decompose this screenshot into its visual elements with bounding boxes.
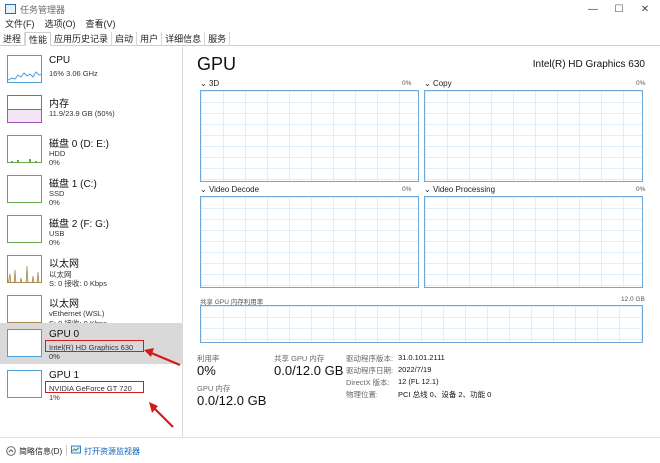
task-manager-icon [5,4,16,14]
sidebar-item-usage: 0% [49,198,60,207]
sidebar-item-type: HDD [49,149,66,158]
disk-thumbnail [7,175,42,203]
engine-copy-graph [424,90,643,182]
sidebar-item-ethernet-0[interactable]: 以太网 以太网 S: 0 接收: 0 Kbps [0,249,183,289]
disk-thumbnail [7,135,42,163]
sidebar-item-usage: 0% [49,238,60,247]
tab-details[interactable]: 详细信息 [162,32,206,45]
sidebar-item-title: 磁盘 0 (D: E:) [49,139,110,150]
sidebar-item-type: USB [49,229,65,238]
sidebar-item-usage: 1% [49,393,60,402]
engine-video-processing-label[interactable]: ⌄ Video Processing [424,185,495,194]
engine-video-decode-label[interactable]: ⌄ Video Decode [200,185,259,194]
minimize-button[interactable]: — [580,0,606,18]
sidebar-item-usage: 0% [49,158,60,167]
window-title: 任务管理器 [20,5,66,15]
sidebar-item-type: SSD [49,189,65,198]
shared-memory-value: 0.0/12.0 GB [274,363,344,378]
resource-sidebar: CPU 16% 3.06 GHz 内存 11.9/23.9 GB (50%) 磁… [0,47,183,437]
sidebar-item-title: GPU 1 [49,370,80,381]
maximize-button[interactable]: ☐ [606,0,632,18]
gpu-model-name: Intel(R) HD Graphics 630 [532,59,645,70]
gpu-thumbnail [7,370,42,398]
tab-performance[interactable]: 性能 [25,32,52,46]
physical-location-key: 物理位置: [346,390,379,399]
sidebar-item-disk-1[interactable]: 磁盘 1 (C:) SSD 0% [0,169,183,209]
resource-monitor-icon [71,445,81,454]
open-resource-monitor-link[interactable]: 打开资源监视器 [84,446,140,457]
gpu-thumbnail [7,329,42,357]
footer-divider [66,445,67,456]
driver-version-value: 31.0.101.2111 [398,353,445,362]
engine-video-processing-pct: 0% [636,186,646,193]
shared-memory-graph-max: 12.0 GB [621,296,645,303]
engine-3d-graph [200,90,419,182]
engine-video-decode-graph [200,196,419,288]
brief-info-button[interactable]: 简略信息(D) [19,446,62,457]
chevron-up-icon[interactable] [6,446,16,456]
tab-app-history[interactable]: 应用历史记录 [51,32,113,45]
engine-copy-pct: 0% [636,80,646,87]
annotation-highlight-box [45,340,144,352]
directx-version-key: DirectX 版本: [346,378,390,387]
page-title: GPU [197,54,237,74]
status-footer: 简略信息(D) 打开资源监视器 [0,437,660,463]
gpu-detail-panel: GPU Intel(R) HD Graphics 630 ⌄ 3D 0% ⌄ C… [184,47,660,437]
sidebar-item-disk-0[interactable]: 磁盘 0 (D: E:) HDD 0% [0,129,183,169]
tab-services[interactable]: 服务 [205,32,231,45]
sidebar-item-title: CPU [49,55,71,66]
gpu-memory-value: 0.0/12.0 GB [197,393,267,408]
physical-location-value: PCI 总线 0、设备 2、功能 0 [398,390,492,399]
engine-3d-label[interactable]: ⌄ 3D [200,79,219,88]
annotation-highlight-box [45,381,144,393]
sidebar-item-title: 磁盘 1 (C:) [49,179,97,190]
sidebar-item-cpu[interactable]: CPU 16% 3.06 GHz [0,49,183,89]
driver-date-key: 驱动程序日期: [346,366,394,375]
shared-memory-graph [200,305,643,343]
sidebar-item-title: 以太网 [49,299,79,310]
utilization-value: 0% [197,363,216,378]
tab-startup[interactable]: 启动 [112,32,138,45]
engine-video-processing-graph [424,196,643,288]
engine-3d-pct: 0% [402,80,412,87]
sidebar-item-usage: 0% [49,352,60,361]
ethernet-thumbnail [7,255,42,283]
engine-copy-label[interactable]: ⌄ Copy [424,79,452,88]
disk-thumbnail [7,215,42,243]
menu-options[interactable]: 选项(O) [45,17,76,31]
close-button[interactable]: ✕ [632,0,658,18]
memory-thumbnail [7,95,42,123]
sidebar-item-title: GPU 0 [49,329,80,340]
title-bar: 任务管理器 — ☐ ✕ [0,0,660,18]
sidebar-item-throughput: S: 0 接收: 0 Kbps [49,279,107,288]
menu-file[interactable]: 文件(F) [5,17,35,31]
driver-version-key: 驱动程序版本: [346,354,394,363]
sidebar-item-adapter: vEthernet (WSL) [49,309,105,318]
directx-version-value: 12 (FL 12.1) [398,377,439,386]
annotation-arrows [144,348,181,428]
tab-users[interactable]: 用户 [137,32,163,45]
tab-bar: 进程 性能 应用历史记录 启动 用户 详细信息 服务 [0,32,660,46]
ethernet-thumbnail [7,295,42,323]
sidebar-item-title: 以太网 [49,259,79,270]
engine-video-decode-pct: 0% [402,186,412,193]
cpu-thumbnail [7,55,42,83]
sidebar-item-title: 磁盘 2 (F: G:) [49,219,109,230]
sidebar-item-title: 内存 [49,99,69,110]
driver-date-value: 2022/7/19 [398,365,432,374]
menu-bar: 文件(F) 选项(O) 查看(V) [0,17,116,31]
sidebar-item-disk-2[interactable]: 磁盘 2 (F: G:) USB 0% [0,209,183,249]
sidebar-item-detail: 11.9/23.9 GB (50%) [49,109,115,118]
tab-processes[interactable]: 进程 [0,32,26,45]
sidebar-item-detail: 16% 3.06 GHz [49,69,98,78]
sidebar-item-memory[interactable]: 内存 11.9/23.9 GB (50%) [0,89,183,129]
menu-view[interactable]: 查看(V) [86,17,116,31]
